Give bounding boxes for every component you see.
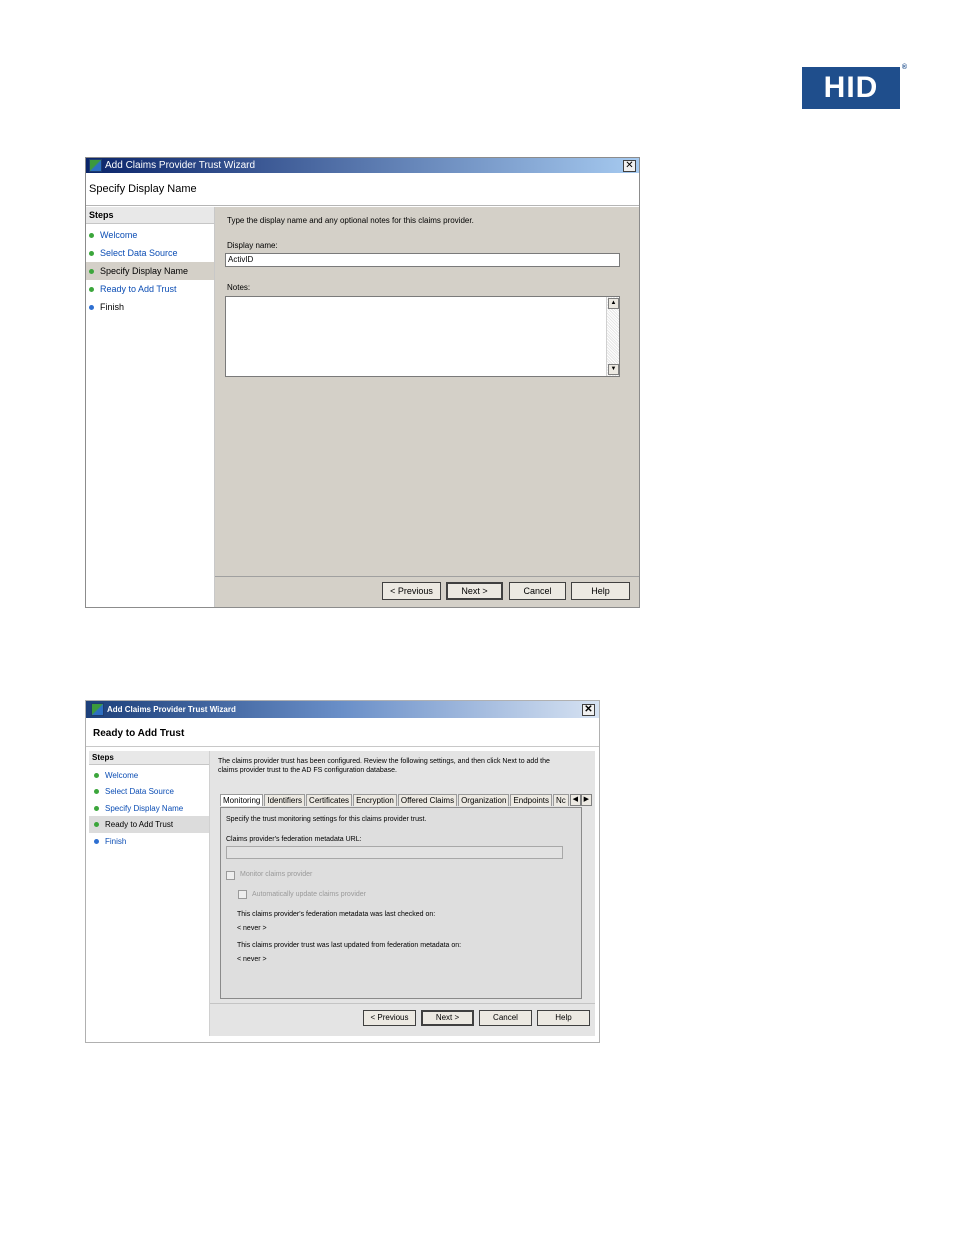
tab-scroll-left-icon[interactable]: ◀ xyxy=(569,794,581,806)
logo-text: HID xyxy=(823,71,879,104)
step-current-icon xyxy=(94,822,99,827)
tab-identifiers[interactable]: Identifiers xyxy=(264,794,306,806)
step-done-icon xyxy=(89,286,94,292)
auto-update-checkbox[interactable] xyxy=(238,890,247,899)
window-title: Add Claims Provider Trust Wizard xyxy=(107,705,236,714)
notes-label: Notes: xyxy=(227,283,251,292)
previous-button[interactable]: < Previous xyxy=(382,582,441,600)
title-bar: Add Claims Provider Trust Wizard ✕ xyxy=(86,701,599,718)
page-title: Specify Display Name xyxy=(89,183,197,195)
step-specify-display-name[interactable]: Specify Display Name xyxy=(86,262,214,280)
settings-tabs: Monitoring Identifiers Certificates Encr… xyxy=(220,794,592,806)
step-done-icon xyxy=(94,772,99,778)
tab-encryption[interactable]: Encryption xyxy=(353,794,397,806)
hid-logo: HID ® xyxy=(802,64,907,109)
content-area: Type the display name and any optional n… xyxy=(215,207,639,607)
next-button[interactable]: Next > xyxy=(421,1010,474,1026)
step-label: Specify Display Name xyxy=(105,803,184,813)
steps-title: Steps xyxy=(86,207,214,224)
step-welcome[interactable]: Welcome xyxy=(89,767,209,783)
scroll-up-arrow-icon[interactable]: ▲ xyxy=(608,298,619,309)
next-button[interactable]: Next > xyxy=(446,582,503,600)
button-bar: < Previous Next > Cancel Help xyxy=(210,1003,595,1036)
tab-certificates[interactable]: Certificates xyxy=(306,794,353,806)
step-label: Welcome xyxy=(105,770,139,780)
wizard-app-icon xyxy=(91,703,104,716)
page-header: Specify Display Name xyxy=(86,173,639,206)
cancel-button[interactable]: Cancel xyxy=(509,582,566,600)
step-select-data-source[interactable]: Select Data Source xyxy=(86,244,214,262)
step-select-data-source[interactable]: Select Data Source xyxy=(89,783,209,800)
step-label: Select Data Source xyxy=(105,787,174,796)
tab-notes-truncated[interactable]: Nc xyxy=(553,794,569,806)
step-done-icon xyxy=(94,789,99,794)
tab-organization[interactable]: Organization xyxy=(458,794,510,806)
wizard-window-ready-to-add-trust: Add Claims Provider Trust Wizard ✕ Ready… xyxy=(85,700,600,1043)
close-button[interactable]: ✕ xyxy=(623,159,636,172)
step-finish: Finish xyxy=(89,833,209,849)
step-welcome[interactable]: Welcome xyxy=(86,226,214,244)
notes-textarea[interactable] xyxy=(225,296,620,377)
steps-title: Steps xyxy=(89,751,209,765)
step-label: Ready to Add Trust xyxy=(105,820,174,829)
step-label: Select Data Source xyxy=(100,248,178,258)
page-header: Ready to Add Trust xyxy=(86,718,599,747)
cancel-button[interactable]: Cancel xyxy=(479,1010,532,1026)
step-label: Specify Display Name xyxy=(100,266,189,276)
previous-button[interactable]: < Previous xyxy=(363,1010,416,1026)
display-name-field[interactable]: ActivID xyxy=(225,253,620,267)
instruction-text-line2: claims provider trust to the AD FS confi… xyxy=(218,767,397,774)
last-updated-label: This claims provider trust was last upda… xyxy=(237,942,462,949)
display-name-label: Display name: xyxy=(227,241,278,250)
tab-scroll-right-icon[interactable]: ▶ xyxy=(580,794,592,806)
button-bar: < Previous Next > Cancel Help xyxy=(215,576,639,607)
monitor-provider-checkbox[interactable] xyxy=(226,871,235,880)
window-title: Add Claims Provider Trust Wizard xyxy=(105,160,256,171)
metadata-url-label: Claims provider's federation metadata UR… xyxy=(226,836,362,843)
tab-endpoints[interactable]: Endpoints xyxy=(510,794,553,806)
scroll-down-arrow-icon[interactable]: ▼ xyxy=(608,364,619,375)
step-done-icon xyxy=(94,805,99,811)
tab-offered-claims[interactable]: Offered Claims xyxy=(397,794,458,806)
step-pending-icon xyxy=(94,838,99,844)
instruction-text-line1: The claims provider trust has been confi… xyxy=(218,758,550,765)
content-area: The claims provider trust has been confi… xyxy=(210,751,595,1036)
step-label: Ready to Add Trust xyxy=(100,284,177,294)
close-button[interactable]: ✕ xyxy=(582,703,595,716)
monitoring-description: Specify the trust monitoring settings fo… xyxy=(226,816,427,823)
step-specify-display-name[interactable]: Specify Display Name xyxy=(89,800,209,816)
last-checked-label: This claims provider's federation metada… xyxy=(237,911,436,918)
step-label: Finish xyxy=(100,302,125,312)
step-done-icon xyxy=(89,232,94,238)
step-label: Finish xyxy=(105,836,127,846)
title-bar: Add Claims Provider Trust Wizard ✕ xyxy=(86,158,639,173)
step-finish: Finish xyxy=(86,298,214,316)
last-updated-value: < never > xyxy=(237,956,267,963)
wizard-app-icon xyxy=(89,159,102,172)
step-done-icon xyxy=(89,250,94,256)
registered-mark: ® xyxy=(901,64,908,71)
metadata-url-field[interactable] xyxy=(226,846,563,859)
monitor-provider-label: Monitor claims provider xyxy=(240,871,313,878)
tab-monitoring[interactable]: Monitoring xyxy=(220,794,264,806)
step-ready-to-add-trust[interactable]: Ready to Add Trust xyxy=(86,280,214,298)
wizard-window-specify-display-name: Add Claims Provider Trust Wizard ✕ Speci… xyxy=(85,157,640,608)
instruction-text: Type the display name and any optional n… xyxy=(227,216,474,225)
step-current-icon xyxy=(89,268,94,274)
notes-scrollbar[interactable]: ▲ ▼ xyxy=(606,297,619,376)
steps-panel: Steps Welcome Select Data Source Specify… xyxy=(86,207,215,607)
step-ready-to-add-trust[interactable]: Ready to Add Trust xyxy=(89,816,209,833)
monitoring-tab-panel: Specify the trust monitoring settings fo… xyxy=(220,807,582,999)
auto-update-label: Automatically update claims provider xyxy=(252,891,366,898)
page-title: Ready to Add Trust xyxy=(93,728,185,739)
help-button[interactable]: Help xyxy=(571,582,630,600)
steps-panel: Steps Welcome Select Data Source Specify… xyxy=(89,751,210,1036)
step-pending-icon xyxy=(89,304,94,310)
last-checked-value: < never > xyxy=(237,925,267,932)
step-label: Welcome xyxy=(100,230,138,240)
help-button[interactable]: Help xyxy=(537,1010,590,1026)
